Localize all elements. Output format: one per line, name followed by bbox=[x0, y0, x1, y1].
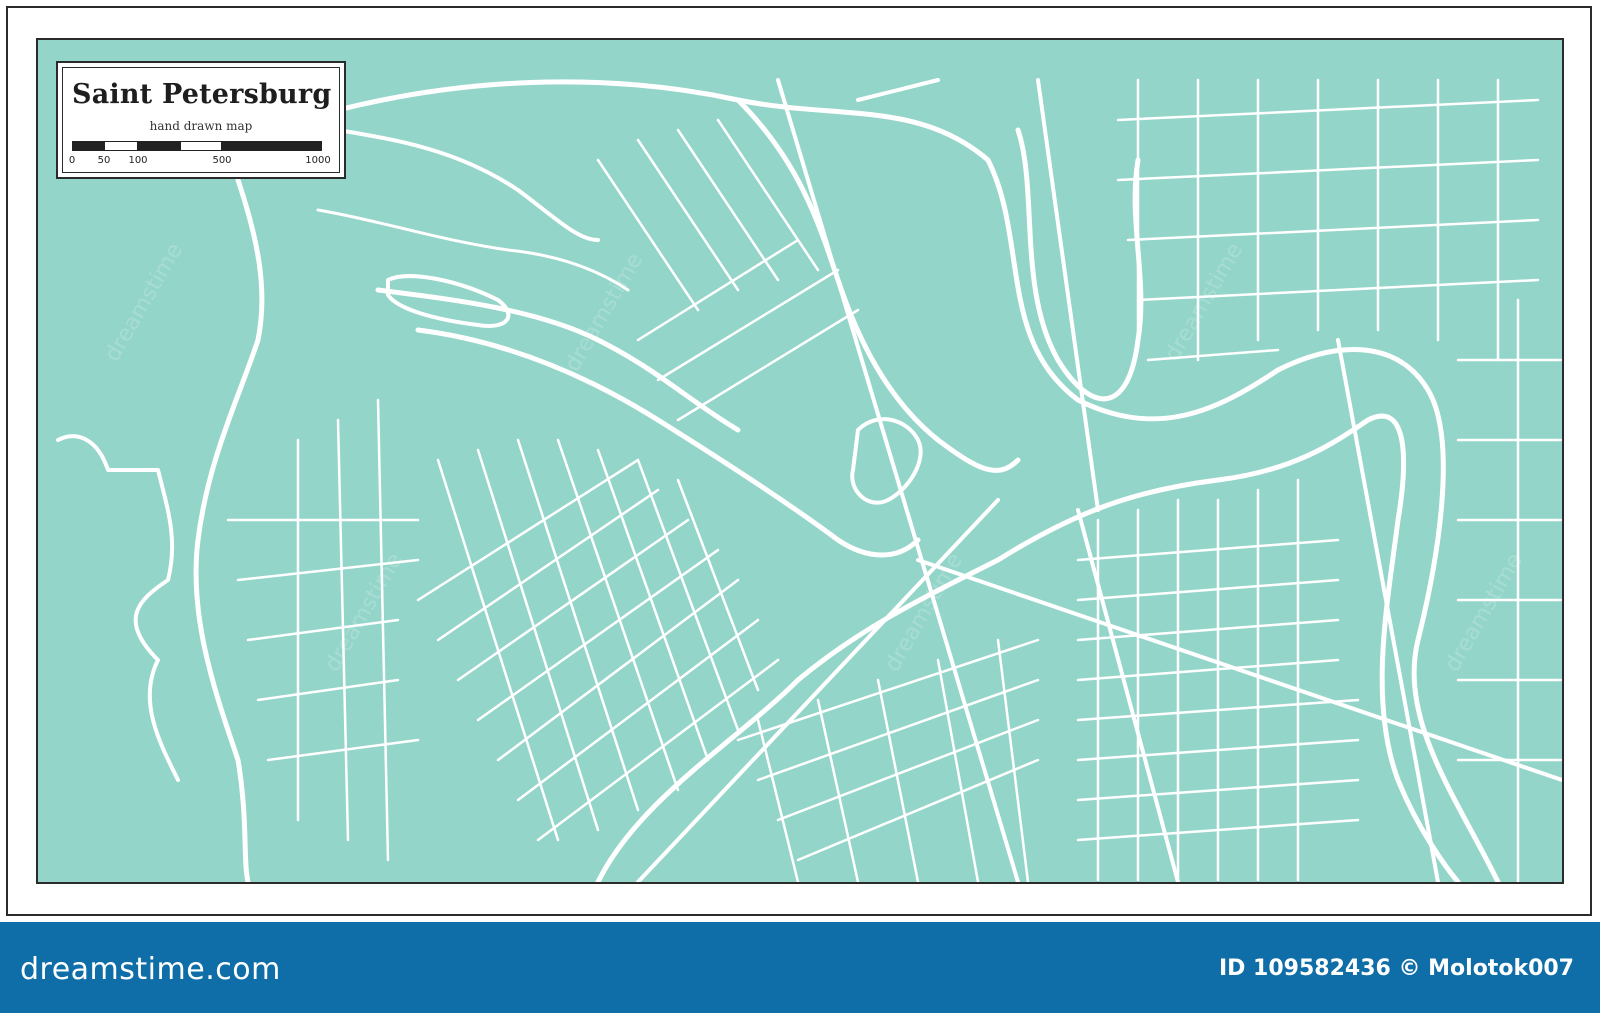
map-legend: Saint Petersburg hand drawn map 0 50 100… bbox=[56, 61, 346, 179]
scale-segment bbox=[138, 141, 180, 151]
scale-label: 500 bbox=[212, 155, 232, 166]
map-title: Saint Petersburg bbox=[72, 79, 332, 110]
scale-segment bbox=[72, 141, 104, 151]
scale-segment bbox=[180, 141, 222, 151]
footer-bar: dreamstime.com ID 109582436 © Molotok007 bbox=[0, 922, 1600, 1013]
footer-brand-logo[interactable]: dreamstime.com bbox=[20, 952, 281, 987]
scale-segment bbox=[222, 141, 322, 151]
map-subtitle: hand drawn map bbox=[149, 119, 253, 133]
scale-label: 1000 bbox=[305, 155, 331, 166]
scale-label: 50 bbox=[97, 155, 111, 166]
scale-segment bbox=[104, 141, 138, 151]
scale-bar bbox=[72, 141, 322, 151]
footer-image-credit: ID 109582436 © Molotok007 bbox=[1218, 956, 1574, 981]
scale-label: 0 bbox=[68, 155, 76, 166]
scale-label: 100 bbox=[128, 155, 148, 166]
scale-labels: 0 50 100 500 1000 bbox=[68, 155, 332, 169]
